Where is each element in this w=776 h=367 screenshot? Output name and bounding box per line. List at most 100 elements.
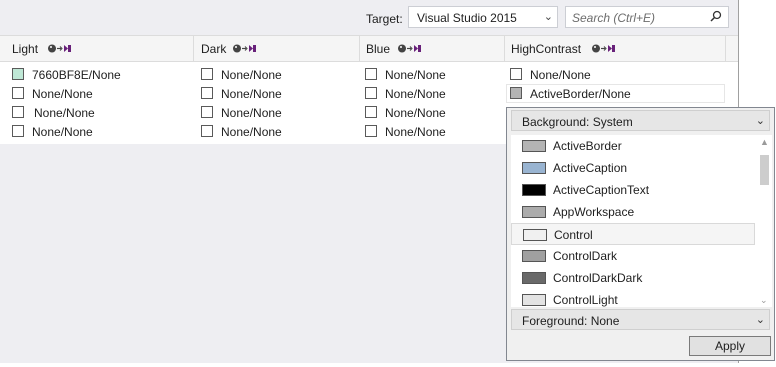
color-swatch[interactable] [12,87,24,99]
chevron-down-icon: ⌄ [543,11,553,23]
color-swatch [522,140,546,152]
system-color-list[interactable]: ActiveBorder ActiveCaption ActiveCaptionTe… [511,135,772,307]
color-swatch[interactable] [201,125,213,137]
color-swatch[interactable] [12,106,24,118]
scrollbar-thumb[interactable] [760,155,769,185]
cell-value: None/None [221,87,282,101]
color-list-item-label: ActiveBorder [553,139,622,153]
scrollbar[interactable]: ▲ ⌄ [757,135,772,307]
target-dropdown[interactable]: Visual Studio 2015 ⌄ [408,6,558,28]
background-dropdown-label: Background: System [522,115,633,129]
grid-cell-selected[interactable]: ActiveBorder/None [506,84,725,103]
cell-value: None/None [32,87,93,101]
color-swatch[interactable] [201,68,213,80]
color-list-item[interactable]: ControlDark [511,245,755,267]
column-header-light[interactable]: Light [0,36,194,61]
theme-palette-icon[interactable] [591,43,617,57]
grid-cell[interactable]: None/None [365,122,495,141]
color-picker-popup: Background: System ⌄ ActiveBorder ActiveC… [506,107,775,361]
chevron-down-icon: ⌄ [755,115,765,127]
color-swatch[interactable] [365,68,377,80]
color-list-item-label: ControlDark [553,249,618,263]
cell-value: None/None [221,125,282,139]
search-box[interactable] [565,6,729,28]
color-swatch [522,294,546,306]
color-swatch [523,229,547,241]
column-header-label: Blue [366,42,391,56]
color-list-item-label: ActiveCaptionText [553,183,650,197]
foreground-dropdown-label: Foreground: None [522,314,620,328]
grid-cell[interactable]: 7660BF8E/None [12,65,182,84]
color-swatch[interactable] [12,125,24,137]
color-swatch[interactable] [201,87,213,99]
color-swatch [522,272,546,284]
cell-value: None/None [221,106,282,120]
color-list-item-label: ActiveCaption [553,161,628,175]
cell-value: None/None [385,87,446,101]
theme-palette-icon[interactable] [47,43,73,57]
column-header-label: Light [12,42,39,56]
color-list-item[interactable]: ControlLight [511,289,755,307]
column-header-blue[interactable]: Blue [360,36,505,61]
search-input[interactable] [570,10,706,26]
cell-value: ActiveBorder/None [530,87,631,101]
grid-cell[interactable]: None/None [201,122,351,141]
grid-cell[interactable]: None/None [12,84,182,103]
cell-value: None/None [34,106,95,120]
color-swatch [522,184,546,196]
grid-cell[interactable]: None/None [365,103,495,122]
color-list-item-label: ControlLight [553,293,618,307]
cell-value: None/None [32,125,93,139]
color-swatch[interactable] [12,68,24,80]
grid-cell[interactable]: None/None [365,65,495,84]
color-list-item[interactable]: ActiveCaptionText [511,179,755,201]
color-list-item-label: AppWorkspace [553,205,635,219]
column-header-label: HighContrast [511,42,582,56]
column-header-highcontrast[interactable]: HighContrast [505,36,726,61]
color-list-item[interactable]: ActiveBorder [511,135,755,157]
color-swatch [522,250,546,262]
cell-value: None/None [385,106,446,120]
color-list-item[interactable]: AppWorkspace [511,201,755,223]
grid-cell[interactable]: None/None [12,122,182,141]
color-list-item[interactable]: ActiveCaption [511,157,755,179]
scroll-down-icon[interactable]: ⌄ [760,295,768,306]
apply-button[interactable]: Apply [689,336,771,356]
grid-cell[interactable]: None/None [201,84,351,103]
grid-cell[interactable]: None/None [201,65,351,84]
cell-value: None/None [385,125,446,139]
theme-palette-icon[interactable] [397,43,423,57]
color-swatch[interactable] [365,125,377,137]
target-dropdown-value: Visual Studio 2015 [417,11,517,25]
scroll-up-icon[interactable]: ▲ [760,137,769,147]
color-swatch[interactable] [201,106,213,118]
color-swatch [522,162,546,174]
background-dropdown[interactable]: Background: System ⌄ [511,110,770,131]
color-swatch[interactable] [365,87,377,99]
column-header-row: Light Dark Blue HighContrast [0,35,738,62]
cell-value: 7660BF8E/None [32,68,121,82]
theme-palette-icon[interactable] [232,43,258,57]
color-swatch[interactable] [510,68,522,80]
column-header-label: Dark [201,42,227,56]
search-icon[interactable] [710,10,722,25]
color-list-item[interactable]: ControlDarkDark [511,267,755,289]
grid-cell[interactable]: None/None [365,84,495,103]
foreground-dropdown[interactable]: Foreground: None ⌄ [511,309,770,330]
toolbar: Target: Visual Studio 2015 ⌄ [0,0,738,35]
cell-value: None/None [530,68,591,82]
cell-value: None/None [385,68,446,82]
color-swatch[interactable] [510,87,522,99]
cell-value: None/None [221,68,282,82]
grid-cell[interactable]: None/None [201,103,351,122]
chevron-down-icon: ⌄ [755,314,765,326]
target-label: Target: [366,12,403,26]
color-swatch[interactable] [365,106,377,118]
column-header-dark[interactable]: Dark [194,36,360,61]
color-list-item-label: Control [554,228,593,242]
grid-cell[interactable]: None/None [12,103,182,122]
color-list-item-label: ControlDarkDark [553,271,643,285]
color-swatch [522,206,546,218]
color-list-item[interactable]: Control [511,223,755,245]
grid-cell[interactable]: None/None [510,65,724,84]
